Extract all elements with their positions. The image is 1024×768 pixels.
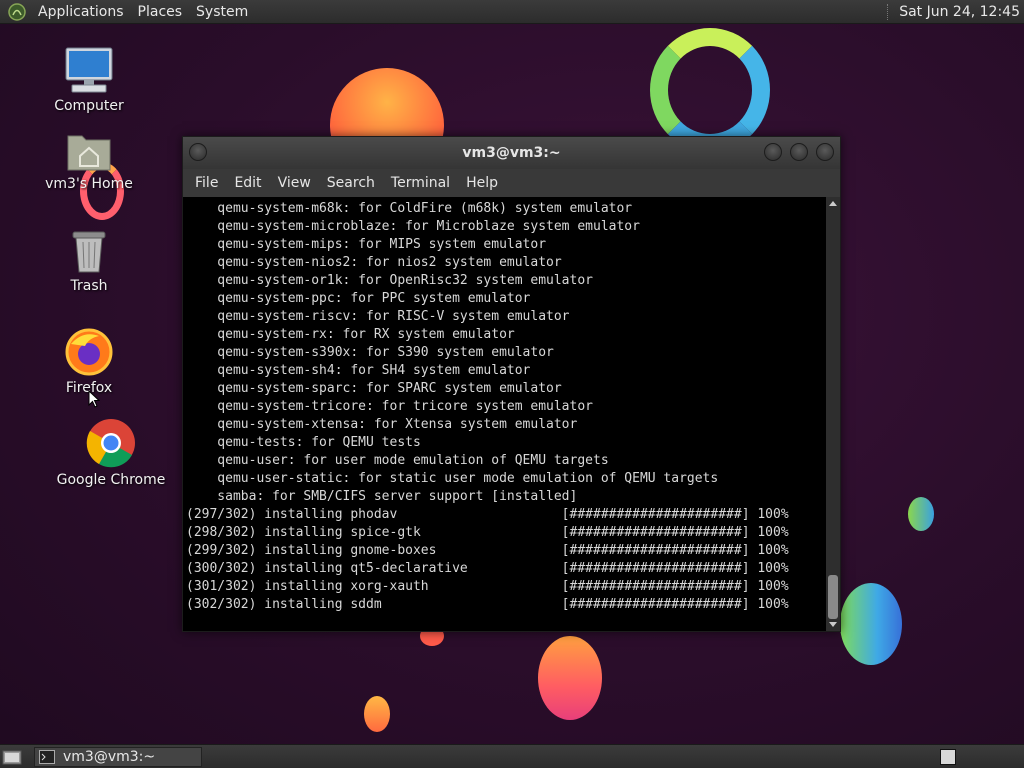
terminal-line: (297/302) installing phodav [###########… bbox=[186, 507, 789, 522]
show-desktop-icon[interactable] bbox=[2, 748, 22, 766]
terminal-line: qemu-system-ppc: for PPC system emulator bbox=[186, 291, 531, 306]
terminal-output[interactable]: qemu-system-m68k: for ColdFire (m68k) sy… bbox=[183, 197, 826, 631]
terminal-line: samba: for SMB/CIFS server support [inst… bbox=[186, 489, 578, 504]
trash-icon bbox=[72, 231, 106, 273]
terminal-window[interactable]: vm3@vm3:~ File Edit View Search Terminal… bbox=[182, 136, 841, 632]
window-titlebar[interactable]: vm3@vm3:~ bbox=[183, 137, 840, 169]
terminal-line: qemu-system-or1k: for OpenRisc32 system … bbox=[186, 273, 593, 288]
scrollbar-thumb[interactable] bbox=[828, 575, 838, 619]
scroll-down-arrow-icon[interactable] bbox=[829, 622, 837, 627]
mouse-pointer-icon bbox=[88, 390, 100, 408]
chrome-icon bbox=[86, 419, 135, 468]
terminal-line: qemu-system-m68k: for ColdFire (m68k) sy… bbox=[186, 201, 633, 216]
close-button[interactable] bbox=[816, 143, 834, 161]
menu-file[interactable]: File bbox=[187, 175, 226, 191]
computer-label: Computer bbox=[54, 98, 124, 114]
terminal-line: (299/302) installing gnome-boxes [######… bbox=[186, 543, 789, 558]
mate-logo-icon[interactable] bbox=[8, 2, 26, 21]
places-menu[interactable]: Places bbox=[132, 0, 191, 24]
terminal-line: qemu-system-tricore: for tricore system … bbox=[186, 399, 593, 414]
window-title: vm3@vm3:~ bbox=[462, 145, 561, 161]
terminal-line: (302/302) installing sddm [#############… bbox=[186, 597, 789, 612]
desktop-icon-chrome[interactable]: Google Chrome bbox=[56, 418, 166, 488]
menu-view[interactable]: View bbox=[270, 175, 319, 191]
terminal-icon bbox=[39, 750, 55, 764]
scroll-up-arrow-icon[interactable] bbox=[829, 201, 837, 206]
terminal-line: qemu-user-static: for static user mode e… bbox=[186, 471, 719, 486]
terminal-line: qemu-tests: for QEMU tests bbox=[186, 435, 421, 450]
wallpaper-pink-oval bbox=[538, 636, 602, 720]
terminal-line: qemu-system-riscv: for RISC-V system emu… bbox=[186, 309, 570, 324]
top-panel: Applications Places System Sat Jun 24, 1… bbox=[0, 0, 1024, 24]
terminal-line: (298/302) installing spice-gtk [########… bbox=[186, 525, 789, 540]
applications-menu[interactable]: Applications bbox=[32, 0, 132, 24]
terminal-line: qemu-system-sparc: for SPARC system emul… bbox=[186, 381, 562, 396]
menu-terminal[interactable]: Terminal bbox=[383, 175, 458, 191]
taskbar-terminal-button[interactable]: vm3@vm3:~ bbox=[34, 747, 202, 767]
taskbar-terminal-label: vm3@vm3:~ bbox=[63, 749, 156, 765]
computer-icon bbox=[65, 47, 113, 93]
terminal-line: qemu-system-nios2: for nios2 system emul… bbox=[186, 255, 562, 270]
terminal-line: qemu-user: for user mode emulation of QE… bbox=[186, 453, 609, 468]
firefox-icon bbox=[65, 328, 113, 376]
panel-separator bbox=[887, 3, 891, 20]
terminal-line: qemu-system-s390x: for S390 system emula… bbox=[186, 345, 554, 360]
bottom-panel: vm3@vm3:~ bbox=[0, 744, 1024, 768]
home-folder-icon bbox=[67, 135, 111, 171]
wallpaper-gradient-ring bbox=[650, 28, 770, 152]
desktop-icon-trash[interactable]: Trash bbox=[44, 230, 134, 294]
terminal-line: qemu-system-sh4: for SH4 system emulator bbox=[186, 363, 531, 378]
maximize-button[interactable] bbox=[790, 143, 808, 161]
menu-search[interactable]: Search bbox=[319, 175, 383, 191]
desktop-icon-firefox[interactable]: Firefox bbox=[44, 328, 134, 396]
terminal-line: qemu-system-mips: for MIPS system emulat… bbox=[186, 237, 547, 252]
wallpaper-blue-oval bbox=[908, 497, 934, 531]
trash-label: Trash bbox=[70, 278, 108, 294]
chrome-label: Google Chrome bbox=[56, 472, 166, 488]
system-menu[interactable]: System bbox=[190, 0, 256, 24]
terminal-line: qemu-system-microblaze: for Microblaze s… bbox=[186, 219, 640, 234]
terminal-line: (300/302) installing qt5-declarative [##… bbox=[186, 561, 789, 576]
menu-edit[interactable]: Edit bbox=[226, 175, 269, 191]
desktop-icon-computer[interactable]: Computer bbox=[44, 46, 134, 114]
terminal-scrollbar[interactable] bbox=[826, 197, 840, 631]
home-label: vm3's Home bbox=[45, 176, 133, 192]
window-menubar: File Edit View Search Terminal Help bbox=[183, 169, 840, 197]
terminal-line: (301/302) installing xorg-xauth [#######… bbox=[186, 579, 789, 594]
minimize-button[interactable] bbox=[764, 143, 782, 161]
desktop-icon-home[interactable]: vm3's Home bbox=[44, 130, 134, 192]
clock[interactable]: Sat Jun 24, 12:45 bbox=[899, 4, 1024, 20]
workspace-switcher[interactable] bbox=[940, 749, 956, 765]
wallpaper-green-oval bbox=[840, 583, 902, 665]
wallpaper-small-orange-oval bbox=[364, 696, 390, 732]
terminal-line: qemu-system-rx: for RX system emulator bbox=[186, 327, 515, 342]
menu-help[interactable]: Help bbox=[458, 175, 506, 191]
terminal-line: qemu-system-xtensa: for Xtensa system em… bbox=[186, 417, 578, 432]
